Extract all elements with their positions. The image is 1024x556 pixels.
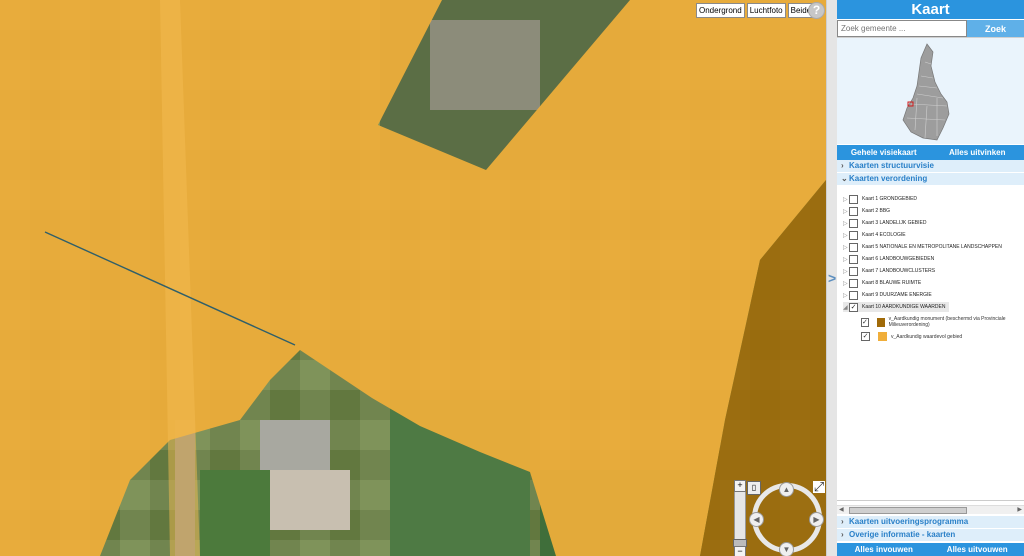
fullscreen-icon[interactable]: ⤢ bbox=[813, 480, 825, 493]
chevron-down-icon: ⌄ bbox=[841, 174, 848, 183]
checkbox[interactable]: ✓ bbox=[849, 302, 858, 312]
tree-item-label: Kaart 6 LANDBOUWGEBIEDEN bbox=[862, 256, 935, 262]
layer-tree: ▷ Kaart 1 GRONDGEBIED ▷ Kaart 2 BBG ▷ Kaart… bbox=[837, 186, 1024, 501]
side-panel: Kaart Zoek Gehele visiekaart Alles uitvi… bbox=[837, 0, 1024, 556]
section-label: Kaarten uitvoeringsprogramma bbox=[849, 517, 969, 526]
tree-item-kaart-2[interactable]: ▷ Kaart 2 BBG bbox=[843, 206, 890, 216]
section-label: Overige informatie - kaarten bbox=[849, 530, 956, 539]
alles-uitvinken-button[interactable]: Alles uitvinken bbox=[931, 145, 1024, 160]
gehele-visiekaart-button[interactable]: Gehele visiekaart bbox=[837, 145, 931, 160]
checkbox[interactable] bbox=[849, 254, 858, 264]
legend-item-waardevol[interactable]: ✓ v_Aardkundig waardevol gebied bbox=[861, 332, 962, 341]
checkbox[interactable]: ✓ bbox=[861, 317, 869, 327]
pan-up-icon[interactable]: ▲ bbox=[779, 482, 794, 497]
overview-button-bar: Gehele visiekaart Alles uitvinken bbox=[837, 145, 1024, 160]
panel-splitter[interactable]: > bbox=[826, 0, 837, 556]
scroll-left-icon[interactable]: ◀ bbox=[839, 506, 844, 513]
aerial-photo-with-overlay bbox=[0, 0, 826, 556]
layers-icon[interactable]: ▯ bbox=[747, 481, 761, 495]
tree-item-label: Kaart 8 BLAUWE RUIMTE bbox=[862, 280, 922, 286]
province-outline bbox=[902, 43, 950, 141]
tree-item-kaart-6[interactable]: ▷ Kaart 6 LANDBOUWGEBIEDEN bbox=[843, 254, 934, 264]
zoom-slider[interactable]: + − bbox=[733, 480, 747, 556]
section-label: Kaarten structuurvisie bbox=[849, 161, 934, 170]
tree-item-label: Kaart 4 ECOLOGIE bbox=[862, 232, 906, 238]
overview-map[interactable] bbox=[837, 37, 1024, 144]
checkbox[interactable] bbox=[849, 266, 858, 276]
checkbox[interactable] bbox=[849, 206, 858, 216]
tree-item-kaart-10[interactable]: ◢ ✓ Kaart 10 AARDKUNDIGE WAARDEN bbox=[843, 302, 950, 312]
pan-down-icon[interactable]: ▼ bbox=[779, 542, 794, 556]
tree-item-kaart-7[interactable]: ▷ Kaart 7 LANDBOUWCLUSTERS bbox=[843, 266, 935, 276]
alles-uitvouwen-button[interactable]: Alles uitvouwen bbox=[931, 543, 1024, 556]
checkbox[interactable] bbox=[849, 230, 858, 240]
legend-label: v_Aardkundig monument (beschermd via Pro… bbox=[888, 316, 1006, 328]
section-uitvoeringsprogramma[interactable]: › Kaarten uitvoeringsprogramma bbox=[837, 516, 1024, 529]
search-button[interactable]: Zoek bbox=[967, 20, 1024, 37]
checkbox[interactable]: ✓ bbox=[861, 332, 870, 341]
checkbox[interactable] bbox=[849, 218, 858, 228]
map-view[interactable]: Ondergrond Luchtfoto Beide ? + − ▯ ▲ ▼ ◀… bbox=[0, 0, 826, 556]
basemap-button-luchtfoto[interactable]: Luchtfoto bbox=[746, 3, 786, 18]
checkbox[interactable] bbox=[849, 290, 858, 300]
help-icon[interactable]: ? bbox=[808, 2, 825, 19]
tree-item-label: Kaart 9 DUURZAME ENERGIE bbox=[862, 292, 932, 298]
tree-item-label: Kaart 5 NATIONALE EN METROPOLITANE LANDS… bbox=[862, 244, 1002, 250]
checkbox[interactable] bbox=[849, 278, 858, 288]
section-label: Kaarten verordening bbox=[849, 174, 928, 183]
horizontal-scrollbar[interactable]: ◀ ▶ bbox=[837, 505, 1024, 514]
tree-item-kaart-4[interactable]: ▷ Kaart 4 ECOLOGIE bbox=[843, 230, 906, 240]
chevron-right-icon: › bbox=[841, 161, 844, 170]
scroll-right-icon[interactable]: ▶ bbox=[1017, 506, 1022, 513]
tree-item-kaart-5[interactable]: ▷ Kaart 5 NATIONALE EN METROPOLITANE LAND… bbox=[843, 242, 1002, 252]
search-row: Zoek bbox=[837, 20, 1024, 37]
basemap-button-ondergrond[interactable]: Ondergrond bbox=[696, 3, 745, 18]
tree-item-kaart-3[interactable]: ▷ Kaart 3 LANDELIJK GEBIED bbox=[843, 218, 926, 228]
panel-title: Kaart bbox=[837, 0, 1024, 19]
section-structuurvisie[interactable]: › Kaarten structuurvisie bbox=[837, 160, 1024, 173]
tree-item-kaart-8[interactable]: ▷ Kaart 8 BLAUWE RUIMTE bbox=[843, 278, 921, 288]
legend-label: v_Aardkundig waardevol gebied bbox=[891, 333, 963, 340]
scrollbar-thumb[interactable] bbox=[849, 507, 967, 514]
legend-item-monument[interactable]: ✓ v_Aardkundig monument (beschermd via Pr… bbox=[861, 316, 1024, 328]
pan-right-icon[interactable]: ▶ bbox=[809, 512, 824, 527]
tree-item-label: Kaart 7 LANDBOUWCLUSTERS bbox=[862, 268, 936, 274]
alles-invouwen-button[interactable]: Alles invouwen bbox=[837, 543, 931, 556]
section-verordening[interactable]: ⌄Kaarten verordening bbox=[837, 173, 1024, 186]
tree-item-kaart-1[interactable]: ▷ Kaart 1 GRONDGEBIED bbox=[843, 194, 917, 204]
pan-left-icon[interactable]: ◀ bbox=[749, 512, 764, 527]
zoom-out-button[interactable]: − bbox=[734, 546, 746, 556]
tree-item-kaart-9[interactable]: ▷ Kaart 9 DUURZAME ENERGIE bbox=[843, 290, 932, 300]
tree-item-label: Kaart 3 LANDELIJK GEBIED bbox=[862, 220, 927, 226]
tree-item-label: Kaart 10 AARDKUNDIGE WAARDEN bbox=[862, 304, 946, 310]
legend-swatch bbox=[878, 332, 887, 341]
search-input[interactable] bbox=[837, 20, 967, 37]
bottom-button-bar: Alles invouwen Alles uitvouwen bbox=[837, 543, 1024, 556]
zoom-in-button[interactable]: + bbox=[734, 480, 746, 492]
checkbox[interactable] bbox=[849, 194, 858, 204]
section-overige[interactable]: › Overige informatie - kaarten bbox=[837, 529, 1024, 542]
chevron-right-icon: › bbox=[841, 517, 844, 526]
checkbox[interactable] bbox=[849, 242, 858, 252]
chevron-right-icon: › bbox=[841, 530, 844, 539]
collapse-panel-icon[interactable]: > bbox=[828, 270, 836, 286]
legend-swatch bbox=[876, 317, 885, 327]
tree-item-label: Kaart 2 BBG bbox=[862, 208, 891, 214]
tree-item-label: Kaart 1 GRONDGEBIED bbox=[862, 196, 918, 202]
